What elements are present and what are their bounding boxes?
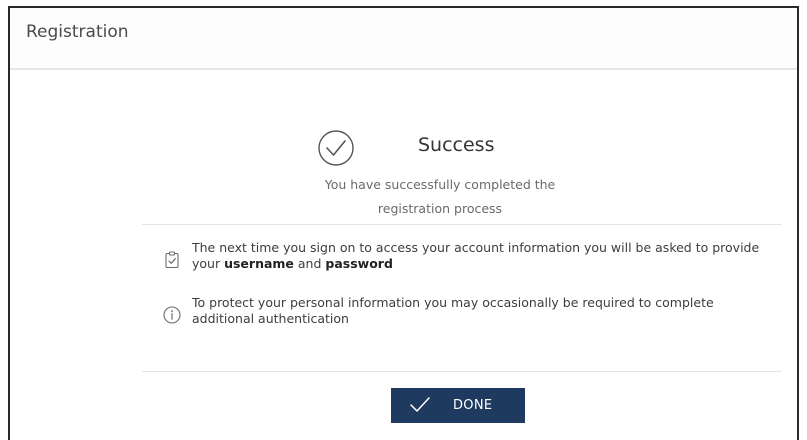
success-description-line-2: registration process xyxy=(377,201,503,216)
check-circle-icon xyxy=(314,126,358,170)
registration-panel: Registration Success You have successful… xyxy=(8,6,799,440)
page-title: Registration xyxy=(26,22,129,42)
clipboard-check-icon xyxy=(162,250,182,270)
success-description: You have successfully completed the regi… xyxy=(310,173,570,221)
panel-header: Registration xyxy=(10,8,797,70)
divider xyxy=(142,371,782,372)
info-icon xyxy=(162,305,182,325)
success-description-line-1: You have successfully completed the xyxy=(324,177,556,192)
note-credentials-text: The next time you sign on to access your… xyxy=(192,240,772,272)
divider xyxy=(142,224,782,225)
note-authentication-text: To protect your personal information you… xyxy=(192,295,714,326)
success-title: Success xyxy=(418,134,495,156)
username-emphasis: username xyxy=(224,256,294,271)
done-button[interactable]: DONE xyxy=(391,388,525,423)
success-heading: Success xyxy=(314,126,614,176)
done-button-label: DONE xyxy=(453,398,493,413)
note-text-part: and xyxy=(293,256,326,271)
password-emphasis: password xyxy=(325,256,393,271)
check-icon xyxy=(409,396,431,414)
